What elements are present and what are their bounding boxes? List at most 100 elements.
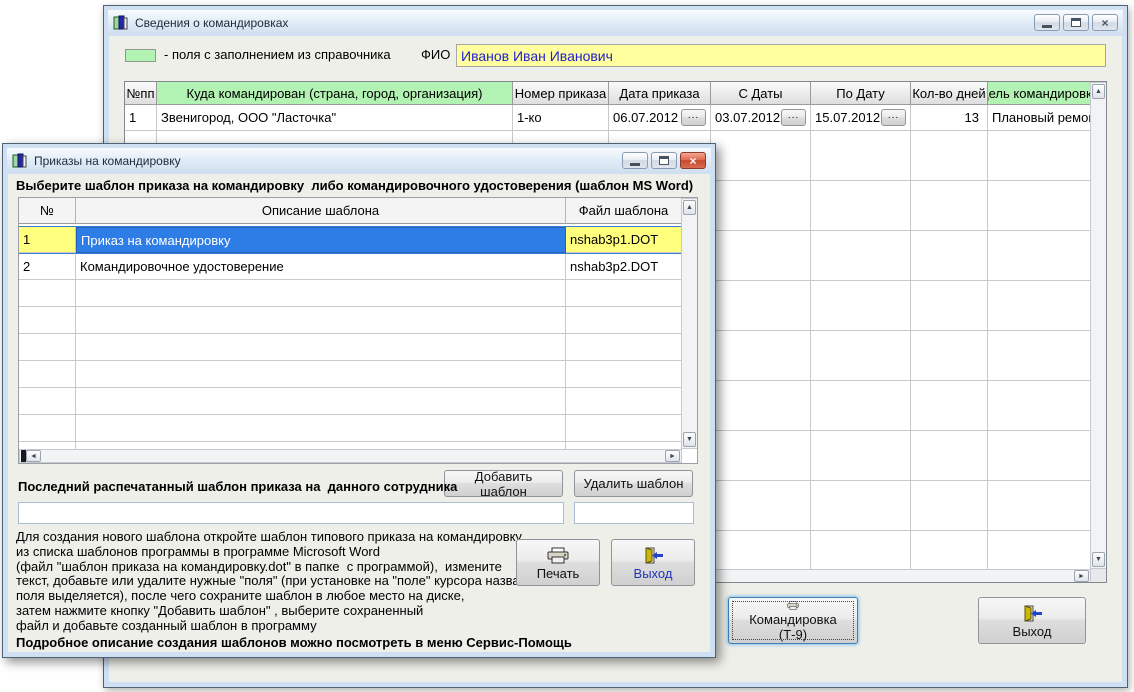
restore-icon — [1071, 18, 1081, 27]
reference-field-swatch — [125, 49, 156, 62]
exit-label: Выход — [1012, 623, 1052, 639]
templates-table-header: № Описание шаблона Файл шаблона — [19, 198, 697, 224]
window-controls: × — [1034, 14, 1118, 31]
row-description[interactable]: Командировочное удостоверение — [76, 253, 566, 280]
dialog-exit-label: Выход — [633, 565, 673, 581]
row-file[interactable]: nshab3p1.DOT — [566, 227, 682, 253]
print-label: Печать — [536, 565, 580, 581]
row-from-date[interactable]: 03.07.2012 ... — [711, 105, 811, 131]
dialog-titlebar[interactable]: Приказы на командировку × — [7, 148, 711, 173]
help-line: (файл "шаблон приказа на командировку.do… — [16, 558, 502, 574]
close-icon: × — [1101, 15, 1109, 30]
help-line: поля выделяется), после чего сохраните ш… — [16, 588, 465, 604]
from-date-value: 03.07.2012 — [715, 110, 781, 125]
scroll-left-icon[interactable]: ◄ — [26, 450, 41, 462]
legend-text: - поля с заполнением из справочника — [164, 47, 391, 62]
to-date-value: 15.07.2012 — [815, 110, 881, 125]
help-line: затем нажмите кнопку "Добавить шаблон" ,… — [16, 602, 424, 618]
scroll-up-icon[interactable]: ▲ — [1092, 84, 1105, 99]
trip-t9-button[interactable]: Командировка (Т-9) — [728, 597, 858, 644]
to-date-picker-button[interactable]: ... — [881, 109, 906, 126]
scroll-up-icon[interactable]: ▲ — [683, 200, 696, 215]
last-printed-file-field[interactable] — [574, 502, 694, 524]
template-row-selected[interactable]: 1 Приказ на командировку nshab3p1.DOT — [19, 226, 697, 254]
dialog-exit-button[interactable]: Выход — [611, 539, 695, 586]
row-purpose[interactable]: Плановый ремонт — [988, 105, 1091, 131]
scroll-right-icon[interactable]: ► — [1074, 570, 1089, 582]
col-purpose: Цель командировки — [988, 82, 1091, 105]
scrollbar-corner — [1091, 569, 1106, 582]
vertical-scrollbar[interactable]: ▲ ▼ — [681, 198, 697, 449]
help-line: Для создания нового шаблона откройте шаб… — [16, 529, 525, 544]
help-text: Для создания нового шаблона откройте шаб… — [16, 529, 542, 634]
help-line: файл и добавьте созданный шаблон в прогр… — [16, 617, 317, 633]
template-row[interactable]: 2 Командировочное удостоверение nshab3p2… — [19, 253, 697, 280]
close-icon: × — [689, 153, 697, 168]
close-button[interactable]: × — [1092, 14, 1118, 31]
help-line: из списка шаблонов программы в программе… — [16, 543, 380, 559]
window-trip-orders: Приказы на командировку × Выберите шабло… — [2, 143, 716, 658]
col-from-date: С Даты — [711, 82, 811, 105]
dialog-content: Выберите шаблон приказа на командировку … — [8, 174, 710, 652]
help-line: текст, добавьте или удалите нужные "поля… — [16, 573, 542, 589]
instruction-text: Выберите шаблон приказа на командировку … — [16, 178, 694, 193]
order-date-picker-button[interactable]: ... — [681, 109, 706, 126]
scroll-right-icon[interactable]: ► — [665, 450, 680, 462]
minimize-button[interactable] — [622, 152, 648, 169]
last-printed-template-field[interactable] — [18, 502, 564, 524]
minimize-icon — [1042, 24, 1052, 28]
row-order-no[interactable]: 1-ко — [513, 105, 609, 131]
minimize-icon — [630, 162, 640, 166]
col-file: Файл шаблона — [566, 198, 682, 224]
close-button[interactable]: × — [680, 152, 706, 169]
scroll-down-icon[interactable]: ▼ — [1092, 552, 1105, 567]
last-printed-label: Последний распечатанный шаблон приказа н… — [18, 479, 458, 494]
printer-icon — [547, 547, 569, 563]
print-button[interactable]: Печать — [516, 539, 600, 586]
row-days[interactable]: 13 — [911, 105, 988, 131]
restore-button[interactable] — [1063, 14, 1089, 31]
col-order-date: Дата приказа — [609, 82, 711, 105]
door-exit-icon — [1024, 604, 1042, 622]
main-titlebar[interactable]: Сведения о командировках × — [108, 10, 1123, 35]
row-to-date[interactable]: 15.07.2012 ... — [811, 105, 911, 131]
row-order-date[interactable]: 06.07.2012 ... — [609, 105, 711, 131]
desktop: Сведения о командировках × - поля с запо… — [0, 0, 1134, 692]
empty-grid — [19, 280, 697, 463]
col-description: Описание шаблона — [76, 198, 566, 224]
add-template-button[interactable]: Добавить шаблон — [444, 469, 563, 499]
trip-t9-label: Командировка (Т-9) — [749, 612, 837, 642]
dialog-title: Приказы на командировку — [34, 153, 181, 168]
row-description[interactable]: Приказ на командировку — [76, 227, 566, 253]
row-file[interactable]: nshab3p2.DOT — [566, 253, 682, 280]
window-title: Сведения о командировках — [135, 15, 289, 30]
horizontal-scrollbar[interactable]: ◄ ► — [19, 449, 682, 463]
col-destination: Куда командирован (страна, город, органи… — [157, 82, 513, 105]
order-date-value: 06.07.2012 — [613, 110, 679, 125]
door-exit-icon — [645, 546, 663, 564]
col-days: Кол-во дней — [911, 82, 988, 105]
table-row[interactable]: 1 Звенигород, ООО "Ласточка" 1-ко 06.07.… — [125, 105, 1106, 131]
row-destination[interactable]: Звенигород, ООО "Ласточка" — [157, 105, 513, 131]
col-num: №пп — [125, 82, 157, 105]
restore-button[interactable] — [651, 152, 677, 169]
exit-button[interactable]: Выход — [978, 597, 1086, 644]
col-to-date: По Дату — [811, 82, 911, 105]
printer-icon — [787, 601, 799, 610]
minimize-button[interactable] — [1034, 14, 1060, 31]
col-num: № — [19, 198, 76, 224]
trips-table-header: №пп Куда командирован (страна, город, ор… — [125, 82, 1106, 105]
col-order-no: Номер приказа — [513, 82, 609, 105]
dialog-controls: × — [622, 152, 706, 169]
books-icon — [12, 153, 27, 167]
vertical-scrollbar[interactable]: ▲ ▼ — [1090, 82, 1106, 569]
fio-label: ФИО — [421, 47, 451, 62]
scroll-down-icon[interactable]: ▼ — [683, 432, 696, 447]
row-num: 2 — [19, 253, 76, 280]
templates-table: № Описание шаблона Файл шаблона 1 Приказ… — [18, 197, 698, 464]
help-bold-note: Подробное описание создания шаблонов мож… — [16, 635, 572, 650]
from-date-picker-button[interactable]: ... — [781, 109, 806, 126]
row-num: 1 — [125, 105, 157, 131]
fio-input[interactable] — [456, 44, 1106, 67]
delete-template-button[interactable]: Удалить шаблон — [574, 470, 693, 497]
